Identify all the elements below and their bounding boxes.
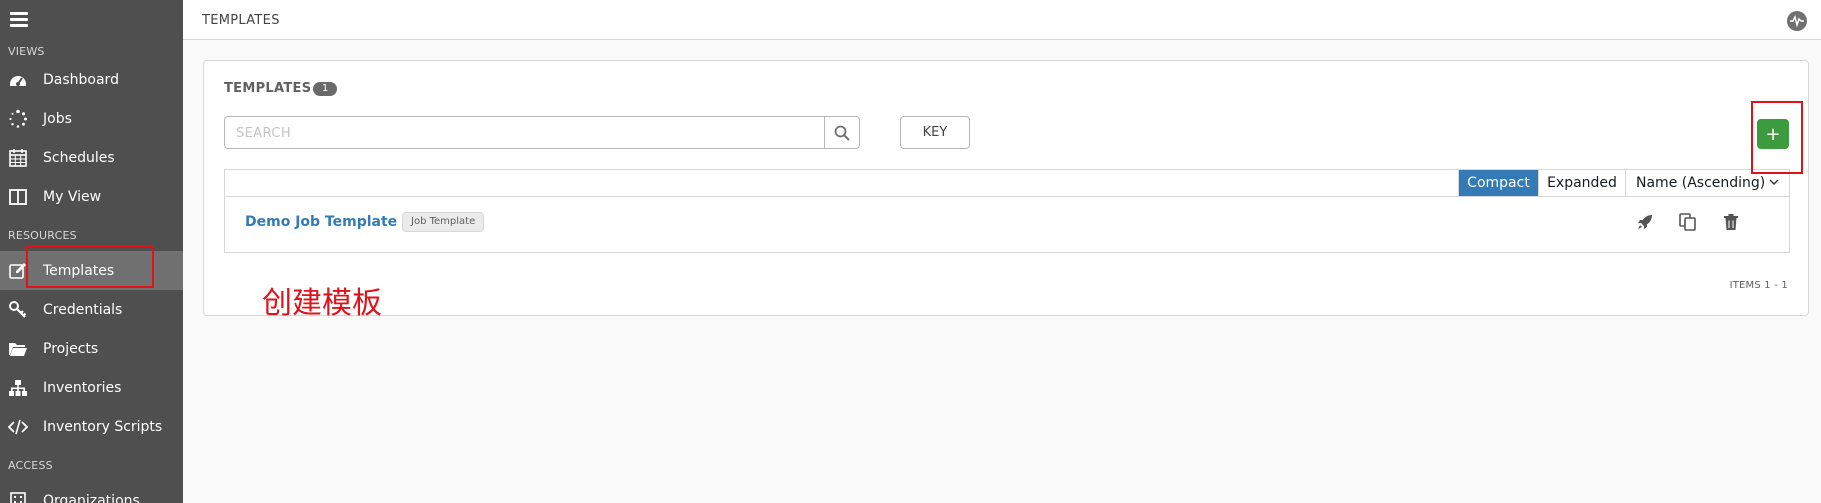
panel-title: TEMPLATES [224,81,312,96]
section-label-resources: RESOURCES [8,229,77,242]
search-box [224,116,845,150]
trash-icon [1724,214,1738,230]
sidebar-item-jobs[interactable]: Jobs [0,99,183,138]
search-input[interactable] [225,117,845,150]
copy-button[interactable] [1677,211,1699,233]
sort-select-label: Name (Ascending) [1636,175,1766,191]
count-badge: 1 [313,82,338,96]
sidebar-item-label: Jobs [43,110,72,127]
sidebar-item-inventories[interactable]: Inventories [0,368,183,407]
jobs-spinner-icon [8,109,28,129]
building-icon [8,491,28,503]
compact-view-button[interactable]: Compact [1458,170,1538,196]
menu-toggle-icon[interactable] [10,12,28,28]
sidebar-item-credentials[interactable]: Credentials [0,290,183,329]
key-icon [8,300,28,320]
code-icon [8,417,28,437]
sidebar-item-schedules[interactable]: Schedules [0,138,183,177]
sidebar-item-label: Dashboard [43,71,119,88]
sidebar-item-dashboard[interactable]: Dashboard [0,60,183,99]
list-toolbar: Compact Expanded Name (Ascending) [225,170,1789,197]
columns-icon [8,187,28,207]
sidebar-item-label: Inventory Scripts [43,418,163,435]
folder-open-icon [8,339,28,359]
templates-list: Compact Expanded Name (Ascending) Demo J… [224,169,1790,253]
annotation-text: 创建模板 [262,286,382,321]
launch-button[interactable] [1634,211,1656,233]
edit-icon [8,261,28,281]
sidebar-item-label: My View [43,188,102,205]
chevron-down-icon [1769,179,1779,185]
dashboard-icon [8,70,28,90]
sidebar-item-label: Projects [43,340,99,357]
section-label-views: VIEWS [8,45,45,58]
annotation-highlight-templates [26,245,154,288]
copy-icon [1679,213,1696,231]
sidebar-item-label: Credentials [43,301,123,318]
sidebar-item-inventory-scripts[interactable]: Inventory Scripts [0,407,183,446]
rocket-icon [1638,215,1652,229]
templates-panel: TEMPLATES 1 KEY + Compact Expanded Name … [203,60,1809,316]
list-item: Demo Job Template Job Template [225,197,1789,252]
sidebar-item-label: Organizations [43,492,140,503]
breadcrumb: TEMPLATES [202,13,280,28]
search-button[interactable] [824,116,860,149]
sidebar-item-label: Schedules [43,149,115,166]
section-label-access: ACCESS [8,459,53,472]
sidebar-item-organizations[interactable]: Organizations [0,481,183,503]
items-count: ITEMS 1 - 1 [1729,280,1788,291]
search-icon [834,125,850,141]
sidebar-item-label: Inventories [43,379,122,396]
expanded-view-button[interactable]: Expanded [1538,170,1625,196]
template-name-link[interactable]: Demo Job Template [245,214,397,230]
calendar-icon [8,148,28,168]
key-button[interactable]: KEY [900,116,970,149]
delete-button[interactable] [1720,211,1742,233]
annotation-highlight-add [1751,101,1803,174]
top-bar: TEMPLATES [183,0,1821,40]
template-type-tag: Job Template [402,212,485,232]
sidebar-item-projects[interactable]: Projects [0,329,183,368]
sitemap-icon [8,378,28,398]
activity-stream-icon[interactable] [1787,11,1807,31]
sidebar-item-my-view[interactable]: My View [0,177,183,216]
